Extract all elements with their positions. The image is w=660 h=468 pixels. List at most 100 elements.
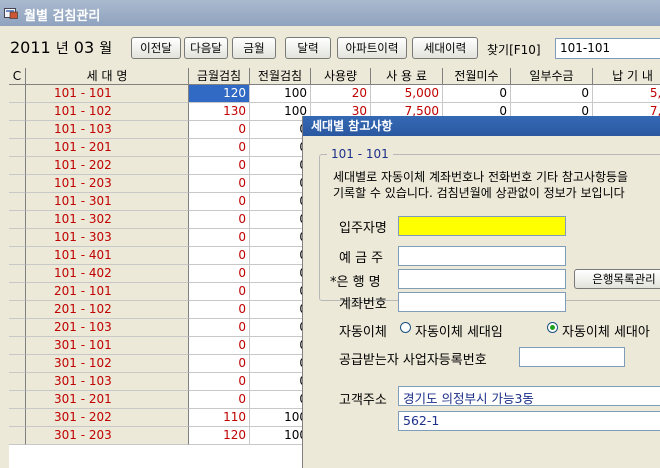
address-line-1-field[interactable]: 경기도 의정부시 가능3동	[398, 386, 660, 406]
cell-name[interactable]: 101 - 302	[26, 211, 189, 229]
autopay-no-radio[interactable]	[547, 322, 558, 333]
row-selector[interactable]	[9, 355, 26, 373]
cell-cur[interactable]: 130	[189, 103, 250, 121]
cell-cur[interactable]: 0	[189, 373, 250, 391]
row-selector[interactable]	[9, 211, 26, 229]
column-header[interactable]: 사 용 료	[371, 68, 443, 85]
cell-name[interactable]: 101 - 101	[26, 85, 189, 103]
column-header[interactable]: 전월검침	[250, 68, 311, 85]
cell-cur[interactable]: 0	[189, 193, 250, 211]
cell-name[interactable]: 101 - 401	[26, 247, 189, 265]
cell-name[interactable]: 301 - 101	[26, 337, 189, 355]
cell-name[interactable]: 301 - 201	[26, 391, 189, 409]
calendar-button[interactable]: 달력	[285, 37, 331, 59]
apartment-history-button[interactable]: 아파트이력	[337, 37, 407, 59]
cell-cur[interactable]: 0	[189, 319, 250, 337]
cell-cur[interactable]: 0	[189, 121, 250, 139]
next-month-button[interactable]: 다음달	[184, 37, 228, 59]
column-header[interactable]: 세 대 명	[26, 68, 189, 85]
row-selector[interactable]	[9, 85, 26, 103]
row-selector[interactable]	[9, 265, 26, 283]
cell-name[interactable]: 101 - 102	[26, 103, 189, 121]
bank-name-field[interactable]	[398, 269, 566, 289]
cell-cur[interactable]: 0	[189, 247, 250, 265]
column-header[interactable]: 일부수금	[511, 68, 593, 85]
row-selector[interactable]	[9, 193, 26, 211]
cell-name[interactable]: 201 - 101	[26, 283, 189, 301]
group-label: 101 - 101	[327, 147, 393, 161]
depositor-label: 예 금 주	[339, 251, 384, 266]
row-selector[interactable]	[9, 175, 26, 193]
find-label: 찾기[F10]	[487, 43, 541, 57]
column-header[interactable]: C	[9, 68, 26, 85]
autopay-no-label[interactable]: 자동이체 세대아	[562, 321, 650, 340]
column-header[interactable]: 납 기 내	[593, 68, 660, 85]
autopay-yes-radio[interactable]	[400, 322, 411, 333]
cell-cur[interactable]: 120	[189, 427, 250, 445]
cell-name[interactable]: 301 - 102	[26, 355, 189, 373]
row-selector[interactable]	[9, 121, 26, 139]
depositor-field[interactable]	[398, 246, 566, 266]
find-input[interactable]: 101-101	[555, 38, 660, 59]
column-header[interactable]: 금월검침	[189, 68, 250, 85]
business-number-field[interactable]	[519, 347, 625, 367]
account-number-field[interactable]	[398, 292, 566, 312]
prev-month-button[interactable]: 이전달	[131, 37, 181, 59]
address-line-2-field[interactable]: 562-1	[398, 411, 660, 431]
cell-use[interactable]: 20	[311, 85, 371, 103]
cell-cur[interactable]: 0	[189, 157, 250, 175]
table-row[interactable]: 101 - 101120100205,000005,0	[9, 85, 660, 103]
cell-cur[interactable]: 0	[189, 283, 250, 301]
column-header[interactable]: 전월미수	[443, 68, 511, 85]
row-selector[interactable]	[9, 103, 26, 121]
cell-fee[interactable]: 5,000	[371, 85, 443, 103]
row-selector[interactable]	[9, 247, 26, 265]
row-selector[interactable]	[9, 319, 26, 337]
row-selector[interactable]	[9, 391, 26, 409]
cell-cur[interactable]: 0	[189, 175, 250, 193]
autopay-yes-label[interactable]: 자동이체 세대임	[415, 321, 503, 340]
cell-cur[interactable]: 110	[189, 409, 250, 427]
column-header[interactable]: 사용량	[311, 68, 371, 85]
household-notes-dialog: 세대별 참고사항 101 - 101 세대별로 자동이체 계좌번호나 전화번호 …	[302, 116, 660, 468]
row-selector[interactable]	[9, 301, 26, 319]
cell-cur[interactable]: 0	[189, 355, 250, 373]
bank-list-button[interactable]: 은행목록관리	[574, 269, 660, 289]
row-selector[interactable]	[9, 373, 26, 391]
row-selector[interactable]	[9, 229, 26, 247]
cell-due[interactable]: 5,0	[593, 85, 660, 103]
cell-cur[interactable]: 0	[189, 301, 250, 319]
cell-cur[interactable]: 0	[189, 337, 250, 355]
cell-name[interactable]: 301 - 103	[26, 373, 189, 391]
row-selector[interactable]	[9, 427, 26, 445]
cell-name[interactable]: 301 - 202	[26, 409, 189, 427]
cell-cur[interactable]: 0	[189, 211, 250, 229]
resident-name-field[interactable]	[398, 216, 566, 236]
cell-name[interactable]: 201 - 102	[26, 301, 189, 319]
cell-name[interactable]: 101 - 103	[26, 121, 189, 139]
household-history-button[interactable]: 세대이력	[412, 37, 478, 59]
app-icon	[4, 8, 18, 19]
cell-cur[interactable]: 0	[189, 265, 250, 283]
row-selector[interactable]	[9, 157, 26, 175]
cell-name[interactable]: 301 - 203	[26, 427, 189, 445]
this-month-button[interactable]: 금월	[232, 37, 276, 59]
cell-name[interactable]: 101 - 303	[26, 229, 189, 247]
row-selector[interactable]	[9, 139, 26, 157]
cell-prev[interactable]: 100	[250, 85, 311, 103]
cell-name[interactable]: 201 - 103	[26, 319, 189, 337]
cell-partial[interactable]: 0	[511, 85, 593, 103]
cell-name[interactable]: 101 - 202	[26, 157, 189, 175]
cell-cur[interactable]: 0	[189, 229, 250, 247]
cell-cur[interactable]: 0	[189, 139, 250, 157]
row-selector[interactable]	[9, 409, 26, 427]
cell-cur[interactable]: 120	[189, 85, 250, 103]
cell-name[interactable]: 101 - 402	[26, 265, 189, 283]
cell-name[interactable]: 101 - 203	[26, 175, 189, 193]
cell-name[interactable]: 101 - 201	[26, 139, 189, 157]
row-selector[interactable]	[9, 337, 26, 355]
row-selector[interactable]	[9, 283, 26, 301]
cell-name[interactable]: 101 - 301	[26, 193, 189, 211]
cell-arrear[interactable]: 0	[443, 85, 511, 103]
cell-cur[interactable]: 0	[189, 391, 250, 409]
